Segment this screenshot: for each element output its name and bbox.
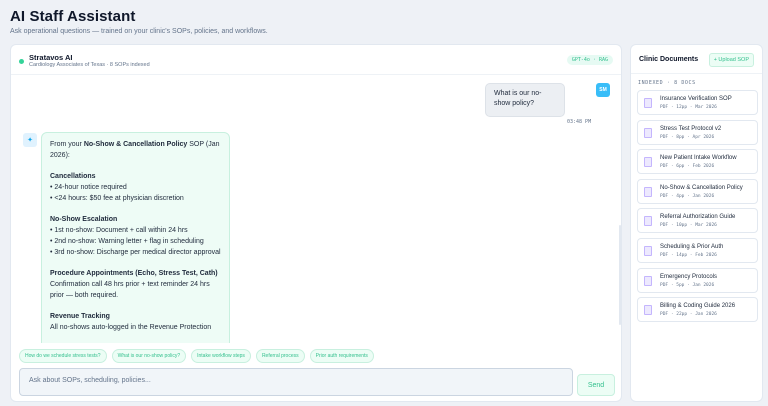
document-item[interactable]: Stress Test Protocol v2 PDF · 8pp · Apr … [637, 119, 758, 145]
document-meta: PDF · 4pp · Jan 2026 [660, 193, 715, 199]
page-subtitle: Ask operational questions — trained on y… [10, 28, 268, 35]
document-name: Billing & Coding Guide 2026 [660, 303, 736, 310]
document-item[interactable]: Insurance Verification SOP PDF · 12pp · … [637, 90, 758, 115]
document-icon [644, 98, 652, 108]
user-message: What is our no-show policy? [485, 83, 565, 117]
chat-header: Stratavos AI Cardiology Associates of Te… [11, 45, 621, 75]
section-title: Cancellations [50, 173, 96, 180]
indexed-count: INDEXED · 8 DOCS [638, 80, 696, 86]
section-title: Procedure Appointments (Echo, Stress Tes… [50, 270, 218, 277]
document-item[interactable]: Referral Authorization Guide PDF · 10pp … [637, 208, 758, 234]
suggestion-chips: How do we schedule stress tests? What is… [19, 349, 374, 363]
section-title: No-Show Escalation [50, 216, 118, 223]
assistant-meta: Cardiology Associates of Texas · 8 SOPs … [29, 62, 150, 68]
document-name: Referral Authorization Guide [660, 214, 736, 221]
section-line: All no-shows auto-logged in the Revenue … [50, 324, 212, 331]
message-list: What is our no-show policy? SM 03:48 PM … [11, 75, 621, 343]
suggestion-chip[interactable]: Prior auth requirements [309, 349, 374, 363]
divider [631, 73, 762, 74]
response-intro: From your No-Show & Cancellation Policy … [50, 141, 220, 159]
page-title: AI Staff Assistant [10, 8, 136, 25]
document-meta: PDF · 12pp · Mar 2026 [660, 105, 717, 110]
document-meta: PDF · 14pp · Feb 2026 [660, 252, 717, 258]
upload-sop-button[interactable]: + Upload SOP [708, 53, 754, 67]
section-line: Confirmation call 48 hrs prior + text re… [50, 281, 210, 299]
section-line: • 3rd no-show: Discharge per medical dir… [50, 249, 221, 256]
section-title: Revenue Tracking [50, 313, 110, 320]
chat-panel: Stratavos AI Cardiology Associates of Te… [10, 44, 622, 402]
document-icon [644, 127, 652, 138]
sparkle-icon: ✦ [23, 133, 37, 147]
section-line: • <24 hours: $50 fee at physician discre… [50, 195, 184, 202]
suggestion-chip[interactable]: Referral process [255, 349, 305, 363]
document-item[interactable]: No-Show & Cancellation Policy PDF · 4pp … [637, 178, 758, 204]
suggestion-chip[interactable]: How do we schedule stress tests? [19, 349, 107, 363]
document-icon [644, 157, 652, 168]
document-name: New Patient Intake Workflow [660, 155, 737, 162]
section-line: • 2nd no-show: Warning letter + flag in … [50, 238, 204, 245]
document-icon [644, 275, 652, 286]
document-meta: PDF · 6pp · Feb 2026 [660, 164, 715, 170]
policy-name: No-Show & Cancellation Policy [83, 141, 188, 148]
document-icon [644, 245, 652, 256]
document-name: Emergency Protocols [660, 273, 718, 280]
assistant-message: From your No-Show & Cancellation Policy … [41, 132, 230, 343]
document-item[interactable]: Billing & Coding Guide 2026 PDF · 22pp ·… [637, 297, 758, 323]
online-status-icon [19, 59, 24, 64]
suggestion-chip[interactable]: Intake workflow steps [191, 349, 251, 363]
document-list: Insurance Verification SOP PDF · 12pp · … [637, 90, 758, 327]
page-header: AI Staff Assistant Ask operational quest… [10, 8, 268, 35]
model-badge: GPT-4o · RAG [566, 55, 613, 65]
document-icon [644, 216, 652, 227]
chat-scrollbar[interactable] [619, 225, 621, 325]
chat-input[interactable]: Ask about SOPs, scheduling, policies... [19, 368, 573, 396]
document-item[interactable]: New Patient Intake Workflow PDF · 6pp · … [637, 149, 758, 175]
section-line: • 1st no-show: Document + call within 24… [50, 227, 188, 234]
document-meta: PDF · 5pp · Jan 2026 [660, 282, 715, 288]
document-meta: PDF · 10pp · Mar 2026 [660, 223, 717, 229]
documents-panel: Clinic Documents + Upload SOP INDEXED · … [630, 44, 763, 402]
document-icon [644, 305, 652, 316]
document-icon [644, 186, 652, 197]
suggestion-chip[interactable]: What is our no-show policy? [111, 349, 187, 363]
document-name: Scheduling & Prior Auth [660, 243, 724, 250]
section-line: • 24-hour notice required [50, 184, 127, 191]
document-item[interactable]: Emergency Protocols PDF · 5pp · Jan 2026 [637, 267, 758, 293]
send-button[interactable]: Send [577, 374, 615, 396]
document-meta: PDF · 8pp · Apr 2026 [660, 134, 715, 140]
assistant-name: Stratavos AI [29, 53, 73, 62]
document-meta: PDF · 22pp · Jan 2026 [660, 312, 717, 318]
documents-title: Clinic Documents [639, 56, 699, 63]
document-name: Insurance Verification SOP [660, 96, 732, 102]
document-name: No-Show & Cancellation Policy [660, 184, 743, 191]
message-timestamp: 03:48 PM [567, 119, 592, 125]
document-name: Stress Test Protocol v2 [660, 125, 722, 132]
user-avatar: SM [596, 83, 610, 97]
document-item[interactable]: Scheduling & Prior Auth PDF · 14pp · Feb… [637, 237, 758, 263]
